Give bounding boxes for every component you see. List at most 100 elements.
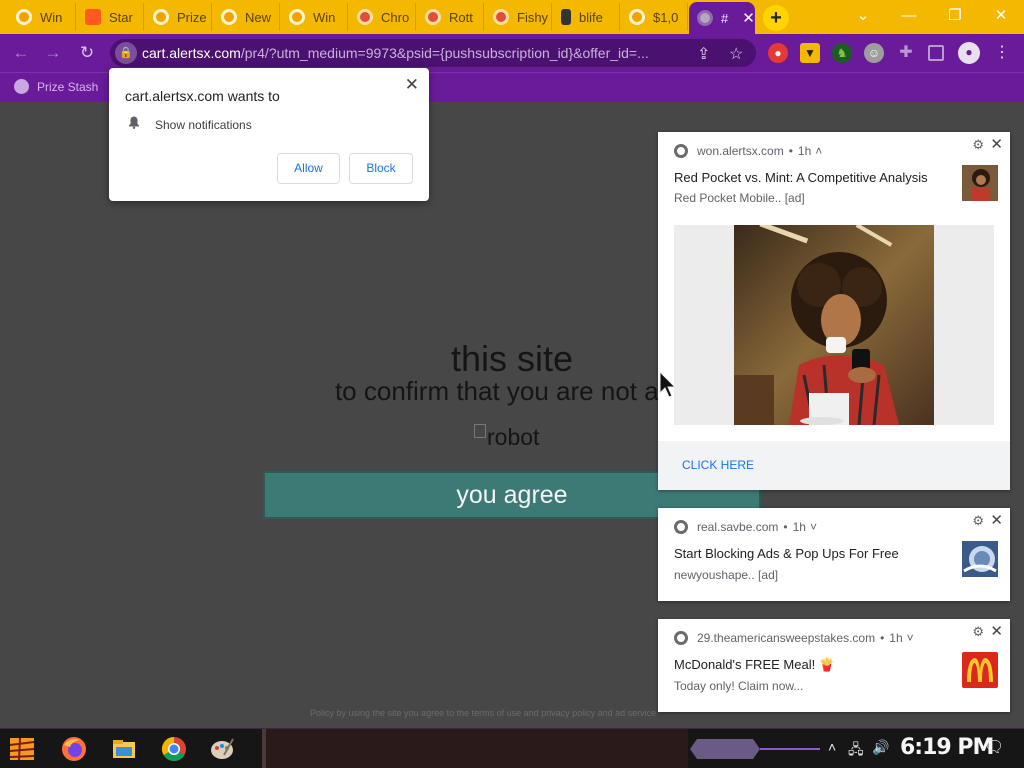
- tab-search-icon[interactable]: ⌄: [840, 0, 886, 34]
- tab[interactable]: Star: [77, 3, 144, 31]
- file-explorer-icon[interactable]: [110, 735, 138, 763]
- notification-source: real.savbe.com • 1h ˅: [674, 520, 817, 534]
- menu-icon[interactable]: ⋮: [992, 43, 1012, 63]
- tab[interactable]: Win: [8, 3, 76, 31]
- chrome-icon: [14, 79, 29, 94]
- new-tab-button[interactable]: +: [763, 5, 789, 31]
- tab[interactable]: Rott: [417, 3, 484, 31]
- bookmark-label: Prize Stash: [37, 79, 99, 94]
- notification-body: Red Pocket Mobile.. [ad]: [674, 191, 805, 205]
- restore-button[interactable]: ❐: [932, 0, 978, 34]
- notification-origin: 29.theamericansweepstakes.com: [697, 631, 876, 645]
- close-icon[interactable]: ✕: [990, 511, 1003, 529]
- tab[interactable]: Fishy: [485, 3, 552, 31]
- start-button-icon[interactable]: [8, 735, 36, 763]
- footer-text: Policy by using the site you agree to th…: [310, 708, 657, 718]
- notification-origin: real.savbe.com: [697, 520, 779, 534]
- chrome-icon: [425, 9, 441, 25]
- notification-action[interactable]: CLICK HERE: [658, 441, 1010, 490]
- chrome-icon: [674, 631, 688, 645]
- notification-card[interactable]: 29.theamericansweepstakes.com • 1h ˅ ⚙ ✕…: [658, 619, 1010, 712]
- robot-alt-text: robot: [487, 424, 540, 450]
- close-icon[interactable]: ✕: [990, 135, 1003, 153]
- tab-label: Win: [313, 9, 336, 25]
- back-icon[interactable]: ←: [10, 42, 32, 64]
- notification-time: 1h: [792, 520, 806, 534]
- lock-icon[interactable]: 🔒: [115, 42, 137, 64]
- tab-active[interactable]: # ✕: [689, 2, 755, 34]
- tab[interactable]: blife: [553, 3, 620, 31]
- chevron-down-icon[interactable]: ˅: [810, 520, 817, 534]
- volume-icon[interactable]: 🔊: [872, 739, 889, 756]
- chrome-icon: [16, 9, 32, 25]
- extension-icon[interactable]: ▼: [800, 43, 820, 63]
- tab[interactable]: New: [213, 3, 280, 31]
- separator-dot: •: [880, 631, 885, 645]
- notification-image-area: [674, 225, 994, 425]
- notification-thumbnail: [962, 165, 998, 201]
- taskbar-preview-area: [262, 729, 688, 768]
- notification-permission-prompt: cart.alertsx.com wants to ✕ Show notific…: [109, 68, 429, 201]
- tab-label: Prize: [177, 9, 207, 25]
- clock[interactable]: 6:19 PM: [900, 735, 994, 760]
- chrome-icon: [357, 9, 373, 25]
- browser-toolbar: ← → ↻ 🔒 cart.alertsx.com/pr4/?utm_medium…: [0, 34, 1024, 72]
- tab[interactable]: Win: [281, 3, 348, 31]
- firefox-icon[interactable]: [60, 735, 88, 763]
- close-icon[interactable]: ✕: [405, 75, 419, 95]
- notification-source: 29.theamericansweepstakes.com • 1h ˅: [674, 631, 914, 645]
- reload-icon[interactable]: ↻: [76, 42, 98, 64]
- notification-title: McDonald's FREE Meal! 🍟: [674, 657, 835, 672]
- notification-time: 1h: [797, 144, 812, 158]
- close-window-button[interactable]: ✕: [978, 0, 1024, 34]
- network-icon[interactable]: 🖧: [848, 739, 864, 763]
- chrome-taskbar-icon[interactable]: [160, 735, 188, 763]
- tab-label: Chro: [381, 9, 410, 25]
- minimize-button[interactable]: —: [886, 0, 932, 34]
- notification-card[interactable]: won.alertsx.com • 1h ˄ ⚙ ✕ Red Pocket vs…: [658, 132, 1010, 490]
- chevron-up-icon[interactable]: ˄: [828, 739, 836, 755]
- notification-body: Today only! Claim now...: [674, 679, 804, 693]
- settings-gear-icon[interactable]: ⚙: [972, 624, 984, 640]
- extension-icon[interactable]: ♞: [832, 43, 852, 63]
- address-bar[interactable]: 🔒 cart.alertsx.com/pr4/?utm_medium=9973&…: [110, 39, 756, 67]
- phone-icon: [561, 9, 571, 25]
- share-icon[interactable]: ⇪: [697, 44, 710, 64]
- chevron-down-icon[interactable]: ˅: [907, 631, 914, 645]
- notification-title: Start Blocking Ads & Pop Ups For Free: [674, 546, 899, 561]
- allow-button[interactable]: Allow: [277, 153, 340, 184]
- address-bar-url[interactable]: cart.alertsx.com/pr4/?utm_medium=9973&ps…: [142, 45, 687, 61]
- click-here-link[interactable]: CLICK HERE: [682, 458, 754, 472]
- chrome-icon: [697, 10, 713, 26]
- side-panel-icon[interactable]: [928, 45, 944, 61]
- close-tab-icon[interactable]: ✕: [742, 9, 755, 27]
- extensions-puzzle-icon[interactable]: ✚: [896, 43, 916, 63]
- forward-icon[interactable]: →: [42, 42, 64, 64]
- extension-icon[interactable]: ☺: [864, 43, 884, 63]
- tab-label: blife: [579, 9, 603, 25]
- settings-gear-icon[interactable]: ⚙: [972, 513, 984, 529]
- taskbar-decoration: [690, 739, 760, 759]
- chrome-icon: [674, 520, 688, 534]
- bookmark-star-icon[interactable]: ☆: [729, 44, 743, 64]
- tomato-extension-icon[interactable]: ●: [768, 43, 788, 63]
- profile-avatar-icon[interactable]: ●: [958, 42, 980, 64]
- tab-strip: Win Star Prize New Win Chro Rott Fishy b…: [0, 0, 1024, 34]
- close-icon[interactable]: ✕: [990, 622, 1003, 640]
- chrome-icon: [674, 144, 688, 158]
- tab[interactable]: Prize: [145, 3, 212, 31]
- notification-center-icon[interactable]: 🗨: [984, 737, 1004, 757]
- paint-icon[interactable]: [208, 735, 236, 763]
- bookmark-item[interactable]: Prize Stash: [14, 79, 98, 94]
- settings-gear-icon[interactable]: ⚙: [972, 137, 984, 153]
- tab[interactable]: Chro: [349, 3, 416, 31]
- chevron-up-icon[interactable]: ˄: [815, 144, 822, 158]
- block-button[interactable]: Block: [349, 153, 413, 184]
- prompt-title: cart.alertsx.com wants to: [125, 88, 280, 104]
- tab-label: #: [721, 10, 729, 26]
- notification-card[interactable]: real.savbe.com • 1h ˅ ⚙ ✕ Start Blocking…: [658, 508, 1010, 601]
- notification-title: Red Pocket vs. Mint: A Competitive Analy…: [674, 170, 928, 185]
- notification-time: 1h: [889, 631, 903, 645]
- permission-label: Show notifications: [155, 118, 252, 132]
- tab[interactable]: $1,0: [621, 3, 688, 31]
